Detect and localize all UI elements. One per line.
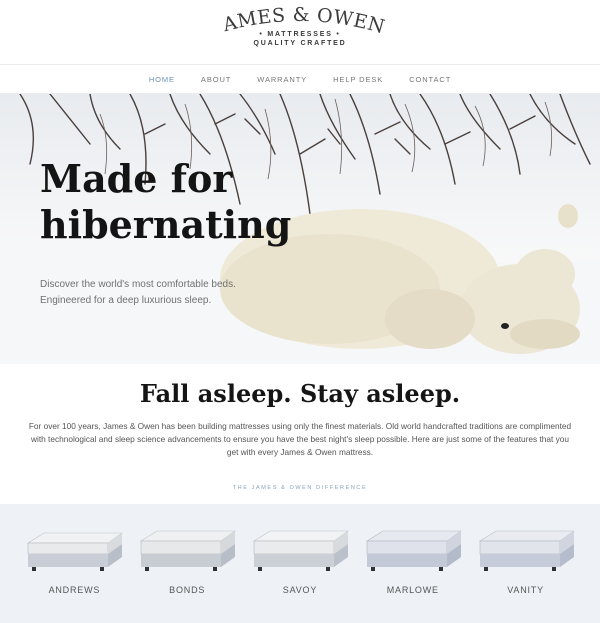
product-name: BONDS: [169, 585, 206, 595]
main-nav: HOME ABOUT WARRANTY HELP DESK CONTACT: [0, 64, 600, 94]
hero-title: Made for hibernating: [40, 156, 292, 247]
intro-title: Fall asleep. Stay asleep.: [139, 379, 461, 408]
product-savoy[interactable]: SAVOY: [248, 504, 352, 623]
hero-description: Discover the world's most comfortable be…: [40, 279, 236, 306]
nav-help-desk[interactable]: HELP DESK: [320, 75, 396, 84]
hero-section: Made for hibernating Discover the world'…: [0, 94, 600, 364]
mattress-image: [252, 530, 349, 571]
intro-text: For over 100 years, James & Owen has bee…: [28, 421, 572, 457]
product-andrews[interactable]: ANDREWS: [22, 504, 126, 623]
product-name: ANDREWS: [48, 585, 101, 595]
product-vanity[interactable]: VANITY: [474, 504, 578, 623]
product-name: SAVOY: [282, 585, 318, 595]
brand-subline-quality: QUALITY CRAFTED: [253, 40, 347, 47]
brand-tagline: • MATTRESSES • QUALITY CRAFTED: [0, 30, 600, 48]
product-list: ANDREWS BONDS SAVOY MARLOWE VANITY: [0, 504, 600, 623]
difference-label: THE JAMES & OWEN DIFFERENCE: [232, 485, 368, 491]
site-header: JAMES & OWEN • MATTRESSES • QUALITY CRAF…: [0, 0, 600, 64]
nav-warranty[interactable]: WARRANTY: [244, 75, 320, 84]
nav-home[interactable]: HOME: [136, 75, 188, 84]
brand-subline-mattresses: • MATTRESSES •: [259, 31, 341, 38]
product-bonds[interactable]: BONDS: [135, 504, 239, 623]
nav-about[interactable]: ABOUT: [188, 75, 244, 84]
product-marlowe[interactable]: MARLOWE: [361, 504, 465, 623]
intro-section: Fall asleep. Stay asleep. For over 100 y…: [0, 364, 600, 472]
mattress-image: [27, 532, 124, 571]
mattress-image: [478, 530, 575, 571]
product-name: VANITY: [507, 585, 544, 595]
mattress-image: [365, 530, 462, 571]
product-name: MARLOWE: [386, 585, 439, 595]
mattress-image: [140, 530, 237, 571]
nav-contact[interactable]: CONTACT: [396, 75, 464, 84]
